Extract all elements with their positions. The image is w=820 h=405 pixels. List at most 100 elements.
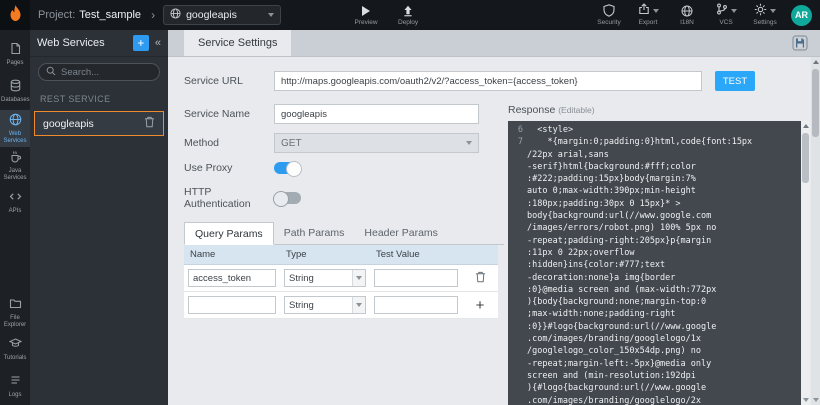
service-url-label: Service URL <box>184 75 274 87</box>
use-proxy-row: Use Proxy <box>184 162 504 174</box>
http-authentication-toggle[interactable] <box>274 192 301 204</box>
use-proxy-toggle[interactable] <box>274 162 301 174</box>
shield-icon <box>603 4 615 17</box>
preview-button[interactable]: Preview <box>353 4 379 26</box>
param-row-new: String + <box>184 292 498 319</box>
caret-down-icon <box>356 276 362 280</box>
tab-query-params[interactable]: Query Params <box>184 222 274 245</box>
sidebar-item-java-services[interactable]: Java Services <box>0 147 30 184</box>
http-auth-row: HTTP Authentication <box>184 186 504 210</box>
vcs-label: VCS <box>719 19 732 26</box>
collapse-panel-icon[interactable]: « <box>155 37 161 49</box>
chevron-right-icon: › <box>151 8 155 22</box>
code-line: ){body{background:none;margin-top:0 <box>510 296 798 308</box>
folder-icon <box>9 297 22 313</box>
app-window: Project: Test_sample › googleapis Previe… <box>0 0 820 405</box>
service-name-row: Service Name <box>184 104 504 124</box>
service-name-label: Service Name <box>184 108 274 120</box>
code-brackets-icon <box>9 190 22 206</box>
export-label: Export <box>639 19 658 26</box>
project-label: Project: <box>38 9 75 21</box>
sidebar-item-logs[interactable]: Logs <box>0 368 30 405</box>
column-header-test-value: Test Value <box>370 245 462 265</box>
security-label: Security <box>597 19 620 26</box>
param-name-input[interactable] <box>188 269 276 287</box>
user-avatar[interactable]: AR <box>791 5 812 26</box>
globe-icon <box>9 113 22 129</box>
settings-button[interactable]: Settings <box>752 4 778 26</box>
param-type-select[interactable]: String <box>284 269 366 287</box>
scroll-up-icon <box>803 124 809 128</box>
tab-header-params[interactable]: Header Params <box>354 222 448 244</box>
i18n-button[interactable]: I18N <box>674 4 700 26</box>
coffee-cup-icon <box>9 150 22 166</box>
code-line: /googlelogo_color_150x54dp.png) no <box>510 345 798 357</box>
vcs-button[interactable]: VCS <box>713 4 739 26</box>
sidebar-item-databases[interactable]: Databases <box>0 73 30 110</box>
caret-down-icon <box>466 141 472 145</box>
sidebar-item-tutorials[interactable]: Tutorials <box>0 331 30 368</box>
search-input[interactable] <box>61 67 152 78</box>
sidebar-item-file-explorer[interactable]: File Explorer <box>0 294 30 331</box>
code-line: auto 0;max-width:390px;min-height <box>510 185 798 197</box>
tab-strip: Service Settings <box>168 30 820 57</box>
editor-scrollbar[interactable] <box>801 121 810 405</box>
delete-service-button[interactable] <box>144 116 155 131</box>
code-line: ){#logo{background:url(//www.google <box>510 382 798 394</box>
service-url-input[interactable] <box>274 71 702 91</box>
delete-param-button[interactable] <box>475 271 486 286</box>
gear-icon <box>754 3 767 19</box>
method-value: GET <box>281 138 466 149</box>
add-param-button[interactable]: + <box>476 298 485 313</box>
code-line: -repeat;padding-right:205px}p{margin <box>510 235 798 247</box>
code-line: ;max-width:none;padding-right <box>510 308 798 320</box>
caret-down-icon <box>770 9 776 13</box>
form-column: Service Name Method GET Use Proxy <box>184 104 504 405</box>
new-param-name-input[interactable] <box>188 296 276 314</box>
service-item-googleapis[interactable]: googleapis <box>34 111 164 136</box>
export-button[interactable]: Export <box>635 4 661 26</box>
code-line: :180px;padding:30px 0 15px}* > <box>510 198 798 210</box>
new-param-test-value-input[interactable] <box>374 296 458 314</box>
param-test-value-input[interactable] <box>374 269 458 287</box>
column-header-name: Name <box>184 245 280 265</box>
add-service-button[interactable]: + <box>133 35 149 51</box>
save-button[interactable] <box>792 35 808 54</box>
code-line: .com/images/branding/googlelogo/1x <box>510 333 798 345</box>
method-label: Method <box>184 137 274 149</box>
app-logo[interactable] <box>0 0 30 30</box>
code-line: -repeat;margin-left:-5px}@media only <box>510 358 798 370</box>
code-line: /22px arial,sans <box>510 149 798 161</box>
sidebar-item-web-services[interactable]: Web Services <box>0 110 30 147</box>
service-settings-form: Service URL TEST Service Name Method <box>168 57 820 405</box>
response-code-editor[interactable]: 6 <style> 7 *{margin:0;padding:0}html,co… <box>508 121 810 405</box>
sidebar-item-pages[interactable]: Pages <box>0 36 30 73</box>
method-select[interactable]: GET <box>274 133 479 153</box>
deploy-button[interactable]: Deploy <box>395 4 421 26</box>
column-header-actions <box>462 245 498 265</box>
i18n-label: I18N <box>680 19 694 26</box>
scrollbar-thumb[interactable] <box>812 69 819 137</box>
tab-path-params[interactable]: Path Params <box>274 222 355 244</box>
code-line: -decoration:none}a img{border <box>510 272 798 284</box>
panel-header: Web Services + « <box>30 30 168 57</box>
service-name-input[interactable] <box>274 104 479 124</box>
service-selector-dropdown[interactable]: googleapis <box>163 5 281 25</box>
code-line: :0}@media screen and (max-width:772px <box>510 284 798 296</box>
scrollbar-thumb[interactable] <box>802 133 809 183</box>
response-title: Response <box>508 104 555 116</box>
code-line: .com/images/branding/googlelogo/2x <box>510 395 798 405</box>
caret-down-icon <box>731 9 737 13</box>
main-scrollbar[interactable] <box>811 57 820 405</box>
topbar-tools: Security Export I18N <box>596 4 820 26</box>
database-icon <box>9 79 22 95</box>
tab-service-settings[interactable]: Service Settings <box>184 30 291 56</box>
code-line: :11px 0 22px;overflow <box>510 247 798 259</box>
sidebar-item-apis[interactable]: APIs <box>0 184 30 221</box>
test-button[interactable]: TEST <box>715 71 755 91</box>
response-panel: Response (Editable) 6 <style> 7 *{margin… <box>508 104 810 405</box>
response-header: Response (Editable) <box>508 104 810 116</box>
security-button[interactable]: Security <box>596 4 622 26</box>
code-area: 6 <style> 7 *{margin:0;padding:0}html,co… <box>508 121 810 405</box>
new-param-type-select[interactable]: String <box>284 296 366 314</box>
